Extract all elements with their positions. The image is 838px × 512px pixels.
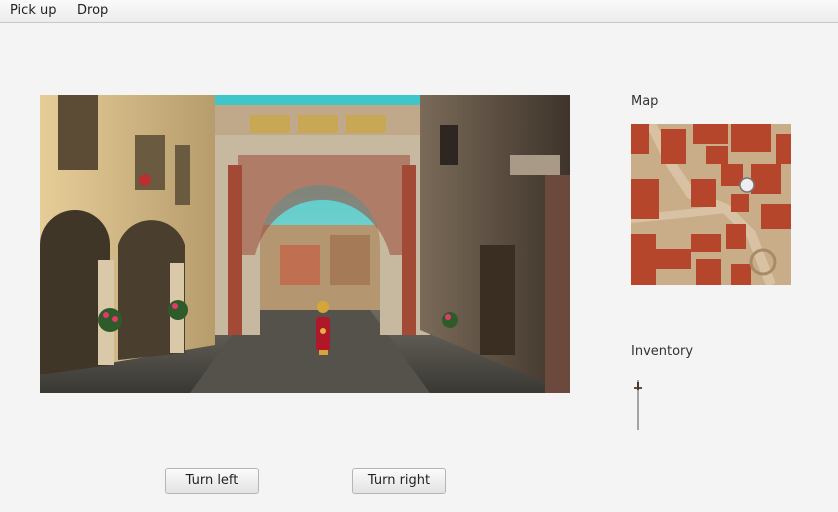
turn-right-button[interactable]: Turn right — [352, 468, 446, 494]
turn-left-button[interactable]: Turn left — [165, 468, 259, 494]
sword-icon[interactable] — [632, 380, 644, 430]
drop-menu[interactable]: Drop — [77, 3, 108, 18]
minimap[interactable] — [631, 124, 791, 285]
player-marker-icon — [739, 177, 755, 193]
minimap-image — [631, 124, 791, 285]
scene-view — [40, 95, 570, 393]
menu-bar: Pick up Drop — [0, 0, 838, 23]
map-label: Map — [631, 94, 659, 109]
pick-up-menu[interactable]: Pick up — [10, 3, 56, 18]
street-scene-image — [40, 95, 570, 393]
inventory-label: Inventory — [631, 344, 694, 359]
